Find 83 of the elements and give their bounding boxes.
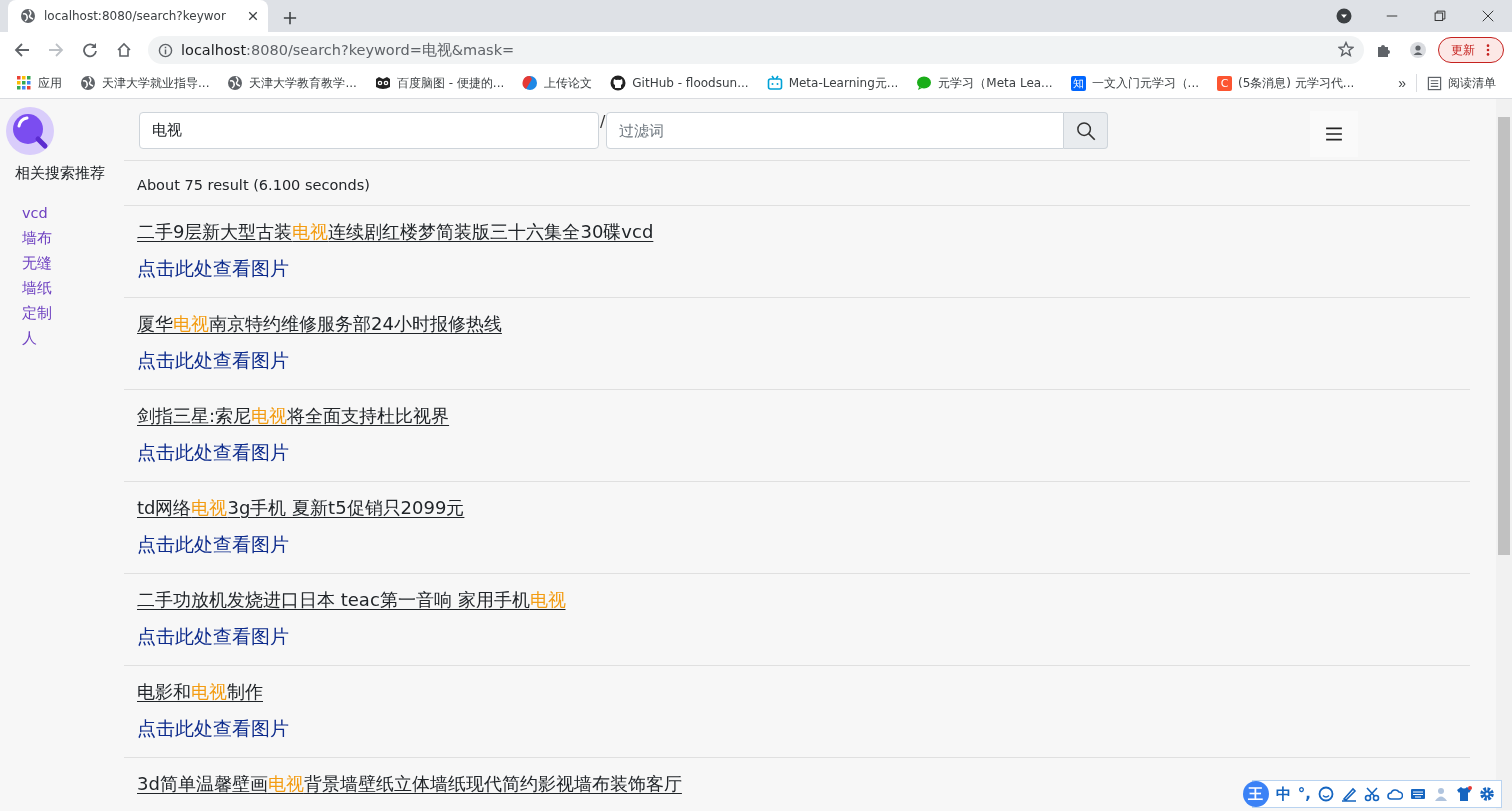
bookmark-item[interactable]: 天津大学教育教学...: [219, 71, 365, 95]
related-search-link[interactable]: vcd: [22, 203, 124, 225]
bookmark-item[interactable]: 天津大学就业指导...: [72, 71, 218, 95]
browser-tab[interactable]: localhost:8080/search?keywor: [8, 0, 268, 32]
url-path: :8080/search?keyword=电视&mask=: [246, 41, 515, 58]
result-title-link[interactable]: 3d简单温馨壁画电视背景墙壁纸立体墙纸现代简约影视墙布装饰客厅: [137, 773, 682, 794]
result-summary: About 75 result (6.100 seconds): [124, 161, 1470, 206]
result-title-link[interactable]: 二手9层新大型古装电视连续剧红楼梦简装版三十六集全30碟vcd: [137, 221, 654, 242]
owl-icon: [374, 75, 391, 91]
ime-mode-toggle[interactable]: 中: [1275, 784, 1291, 804]
view-image-link[interactable]: 点击此处查看图片: [137, 532, 289, 558]
home-icon: [116, 42, 132, 58]
forward-arrow-icon: [48, 42, 64, 58]
separator-slash: /: [600, 112, 606, 131]
more-bookmarks-button[interactable]: »: [1390, 75, 1414, 91]
settings-icon: [1479, 786, 1495, 802]
view-image-link[interactable]: 点击此处查看图片: [137, 716, 289, 742]
bookmark-item[interactable]: Meta-Learning元...: [758, 71, 907, 95]
address-bar[interactable]: localhost:8080/search?keyword=电视&mask=: [148, 36, 1364, 64]
related-search-link[interactable]: 无缝: [22, 253, 124, 275]
ime-punctuation-toggle[interactable]: °,: [1297, 785, 1311, 803]
update-button[interactable]: 更新: [1438, 37, 1504, 63]
result-title-link[interactable]: 剑指三星:索尼电视将全面支持杜比视界: [137, 405, 450, 426]
chat-bubble-icon: [916, 75, 933, 91]
globe-icon: [227, 75, 244, 91]
person-icon: [1410, 40, 1426, 60]
caret-circle-icon: [1336, 8, 1352, 24]
view-image-link[interactable]: 点击此处查看图片: [137, 624, 289, 650]
restore-icon: [1434, 10, 1446, 22]
bookmark-item[interactable]: 上传论文: [514, 71, 601, 95]
search-icon: [1075, 120, 1096, 141]
related-search-link[interactable]: 定制: [22, 303, 124, 325]
ball-icon: [522, 75, 539, 91]
scissors-icon: [1364, 786, 1380, 802]
globe-icon: [80, 75, 96, 91]
search-button[interactable]: [1064, 112, 1109, 149]
bookmark-logo-icon: 知: [1070, 75, 1086, 91]
puzzle-piece-icon: [1376, 42, 1392, 58]
pen-icon: [1341, 786, 1357, 802]
result-title-link[interactable]: 二手功放机发烧进口日本 teac第一音响 家用手机电视: [137, 589, 566, 610]
person-icon: [1433, 786, 1449, 802]
plus-icon: [283, 11, 297, 25]
globe-icon: [20, 8, 36, 24]
bookmark-item[interactable]: 应用: [8, 71, 70, 95]
magnifier-logo-icon: [5, 106, 55, 156]
tv-icon: [766, 75, 783, 91]
back-arrow-icon: [14, 42, 30, 58]
apps-grid-icon: [16, 75, 32, 91]
bookmark-logo-icon: C: [1217, 75, 1232, 91]
list-icon: [1427, 75, 1442, 91]
related-search-link[interactable]: 墙纸: [22, 278, 124, 300]
url-host: localhost: [181, 41, 247, 58]
cat-silhouette-icon: [610, 75, 627, 91]
close-icon: [248, 11, 258, 21]
reload-icon: [82, 42, 98, 58]
reading-list-button[interactable]: 阅读清单: [1419, 71, 1504, 95]
ime-logo-icon[interactable]: 王: [1242, 781, 1269, 807]
bookmark-item[interactable]: 百度脑图 - 便捷的...: [366, 71, 513, 95]
search-field[interactable]: 电视: [139, 112, 599, 149]
bookmark-item[interactable]: 知 一文入门元学习（...: [1062, 71, 1207, 95]
result-title-link[interactable]: 厦华电视南京特约维修服务部24小时报修热线: [137, 313, 502, 334]
tab-title: localhost:8080/search?keywor: [44, 9, 227, 23]
close-icon: [1482, 10, 1494, 22]
bookmark-star-icon: [1338, 40, 1354, 57]
result-title-link[interactable]: td网络电视3g手机 夏新t5促销只2099元: [137, 497, 465, 518]
related-search-link[interactable]: 人: [22, 328, 124, 350]
bookmark-item[interactable]: C (5条消息) 元学习代...: [1209, 71, 1363, 95]
view-image-link[interactable]: 点击此处查看图片: [137, 440, 289, 466]
bookmark-item[interactable]: 元学习（Meta Lea...: [908, 71, 1061, 95]
related-search-link[interactable]: 墙布: [22, 228, 124, 250]
info-icon: [158, 42, 173, 58]
smiley-icon: [1318, 786, 1334, 802]
result-title-link[interactable]: 电影和电视制作: [137, 681, 263, 702]
related-searches-heading: 相关搜索推荐: [15, 164, 106, 183]
bookmark-item[interactable]: GitHub - floodsun...: [602, 72, 757, 94]
scrollbar[interactable]: [1496, 99, 1512, 810]
menu-icon: [1325, 125, 1344, 143]
filter-field[interactable]: 过滤词: [606, 112, 1065, 149]
view-image-link[interactable]: 点击此处查看图片: [137, 256, 289, 282]
shirt-icon: [1456, 786, 1472, 802]
view-image-link[interactable]: 点击此处查看图片: [137, 348, 289, 374]
cloud-icon: [1387, 786, 1403, 802]
keyboard-icon: [1410, 786, 1426, 802]
